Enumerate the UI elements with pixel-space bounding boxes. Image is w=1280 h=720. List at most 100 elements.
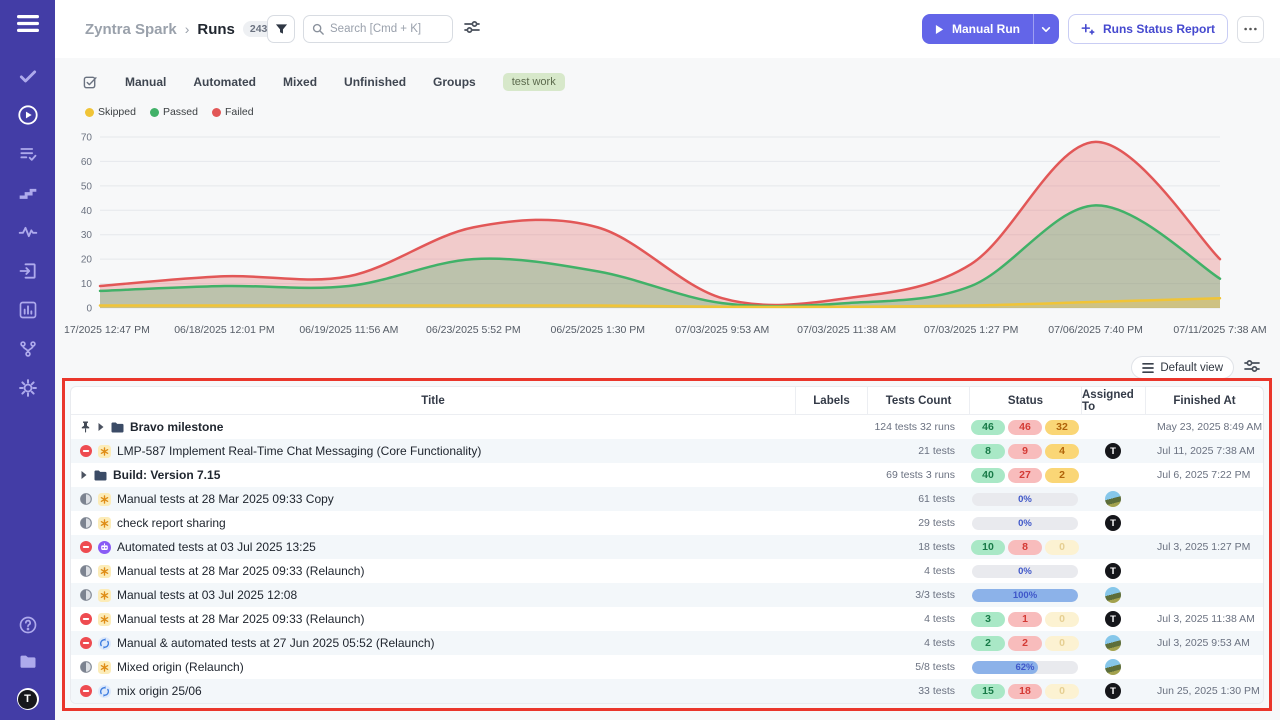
table-row[interactable]: Manual tests at 28 Mar 2025 09:33 Copy61… xyxy=(71,487,1263,511)
sidebar-item-bar-chart-icon[interactable] xyxy=(17,299,39,321)
search-input[interactable] xyxy=(330,23,444,35)
sidebar-item-folder-icon[interactable] xyxy=(17,651,39,673)
cell-tests-count: 4 tests xyxy=(867,637,969,649)
cell-status: 40272 xyxy=(969,468,1081,483)
tab-mixed[interactable]: Mixed xyxy=(283,75,317,89)
x-tick-label: 07/03/2025 1:27 PM xyxy=(924,324,1019,336)
run-title[interactable]: check report sharing xyxy=(117,516,226,530)
column-header-tests-count[interactable]: Tests Count xyxy=(867,387,969,414)
table-row[interactable]: LMP-587 Implement Real-Time Chat Messagi… xyxy=(71,439,1263,463)
progress-bar: 0% xyxy=(972,565,1078,578)
cell-title: Manual tests at 28 Mar 2025 09:33 (Relau… xyxy=(71,612,795,626)
run-title[interactable]: Manual tests at 28 Mar 2025 09:33 (Relau… xyxy=(117,612,364,626)
tab-unfinished[interactable]: Unfinished xyxy=(344,75,406,89)
cell-status: 0% xyxy=(969,517,1081,530)
status-pill-passed: 3 xyxy=(971,612,1005,627)
status-pill-passed: 46 xyxy=(971,420,1005,435)
sidebar-item-pulse-icon[interactable] xyxy=(17,221,39,243)
manual-run-dropdown[interactable] xyxy=(1033,14,1059,44)
legend-item-skipped[interactable]: Skipped xyxy=(85,106,136,118)
expand-chevron-icon[interactable] xyxy=(80,470,88,480)
active-filter-chip[interactable]: test work xyxy=(503,73,565,91)
run-title[interactable]: Bravo milestone xyxy=(130,420,223,434)
status-pill-skipped: 32 xyxy=(1045,420,1079,435)
hamburger-menu-icon[interactable] xyxy=(17,15,39,37)
sidebar-item-stairs-icon[interactable] xyxy=(17,182,39,204)
tab-manual[interactable]: Manual xyxy=(125,75,166,89)
sidebar-item-gear-icon[interactable] xyxy=(17,377,39,399)
assignee-avatar[interactable]: T xyxy=(1105,563,1121,579)
assignee-avatar[interactable]: T xyxy=(1105,443,1121,459)
search-box xyxy=(303,15,453,43)
assignee-avatar[interactable] xyxy=(1105,635,1121,651)
assignee-avatar[interactable] xyxy=(1105,491,1121,507)
table-row[interactable]: Automated tests at 03 Jul 2025 13:2518 t… xyxy=(71,535,1263,559)
run-title[interactable]: Manual & automated tests at 27 Jun 2025 … xyxy=(117,636,435,650)
sidebar-item-list-check-icon[interactable] xyxy=(17,143,39,165)
chart-legend: Skipped Passed Failed xyxy=(85,106,254,118)
table-row[interactable]: Manual tests at 28 Mar 2025 09:33 (Relau… xyxy=(71,559,1263,583)
table-row[interactable]: Manual tests at 28 Mar 2025 09:33 (Relau… xyxy=(71,607,1263,631)
expand-chevron-icon[interactable] xyxy=(97,422,105,432)
status-pill-skipped: 0 xyxy=(1045,636,1079,651)
run-title[interactable]: Mixed origin (Relaunch) xyxy=(117,660,244,674)
view-settings-icon[interactable] xyxy=(1244,359,1260,378)
legend-item-passed[interactable]: Passed xyxy=(150,106,198,118)
user-avatar[interactable]: T xyxy=(17,688,39,710)
run-title[interactable]: LMP-587 Implement Real-Time Chat Messagi… xyxy=(117,444,481,458)
runs-status-report-button[interactable]: Runs Status Report xyxy=(1068,14,1228,44)
filter-button[interactable] xyxy=(267,15,295,43)
bulk-select-icon[interactable] xyxy=(83,75,98,90)
column-header-status[interactable]: Status xyxy=(969,387,1081,414)
run-title[interactable]: Automated tests at 03 Jul 2025 13:25 xyxy=(117,540,316,554)
manual-run-button[interactable]: Manual Run xyxy=(922,14,1059,44)
x-tick-label: 07/11/2025 7:38 AM xyxy=(1173,324,1266,336)
table-row[interactable]: Mixed origin (Relaunch)5/8 tests62% xyxy=(71,655,1263,679)
more-actions-button[interactable] xyxy=(1237,16,1264,43)
sidebar-item-branch-icon[interactable] xyxy=(17,338,39,360)
column-header-finished-at[interactable]: Finished At xyxy=(1145,387,1263,414)
search-settings-icon[interactable] xyxy=(464,20,480,39)
run-title[interactable]: mix origin 25/06 xyxy=(117,684,202,698)
sidebar-item-play-circle-icon[interactable] xyxy=(17,104,39,126)
table-row[interactable]: Manual tests at 03 Jul 2025 12:083/3 tes… xyxy=(71,583,1263,607)
table-row[interactable]: check report sharing29 tests0%T xyxy=(71,511,1263,535)
folder-icon xyxy=(94,470,107,481)
cell-finished-at: May 23, 2025 8:49 AM xyxy=(1145,421,1263,433)
sidebar-item-checkmark-icon[interactable] xyxy=(17,65,39,87)
run-title[interactable]: Manual tests at 03 Jul 2025 12:08 xyxy=(117,588,297,602)
cell-title: Manual tests at 28 Mar 2025 09:33 Copy xyxy=(71,492,795,506)
assignee-avatar[interactable]: T xyxy=(1105,611,1121,627)
assignee-avatar[interactable] xyxy=(1105,659,1121,675)
breadcrumb-project[interactable]: Zyntra Spark xyxy=(85,21,177,38)
table-row[interactable]: Manual & automated tests at 27 Jun 2025 … xyxy=(71,631,1263,655)
sidebar-item-arrow-into-box-icon[interactable] xyxy=(17,260,39,282)
run-title[interactable]: Manual tests at 28 Mar 2025 09:33 (Relau… xyxy=(117,564,364,578)
cell-assigned-to: T xyxy=(1081,683,1145,699)
column-header-labels[interactable]: Labels xyxy=(795,387,867,414)
sidebar-item-help-circle-icon[interactable] xyxy=(17,614,39,636)
run-title[interactable]: Manual tests at 28 Mar 2025 09:33 Copy xyxy=(117,492,334,506)
y-tick-label: 50 xyxy=(81,181,93,192)
tab-automated[interactable]: Automated xyxy=(193,75,256,89)
assignee-avatar[interactable]: T xyxy=(1105,515,1121,531)
run-title[interactable]: Build: Version 7.15 xyxy=(113,468,220,482)
chevron-down-icon xyxy=(1041,26,1051,33)
column-header-title[interactable]: Title xyxy=(71,387,795,414)
x-tick-label: 06/23/2025 5:52 PM xyxy=(426,324,521,336)
cell-status: 220 xyxy=(969,636,1081,651)
default-view-button[interactable]: Default view xyxy=(1131,356,1234,379)
y-tick-label: 60 xyxy=(81,157,93,168)
status-pill-passed: 40 xyxy=(971,468,1005,483)
cell-finished-at: Jul 3, 2025 11:38 AM xyxy=(1145,613,1263,625)
column-header-assigned-to[interactable]: Assigned To xyxy=(1081,387,1145,414)
table-row[interactable]: Bravo milestone124 tests 32 runs464632Ma… xyxy=(71,415,1263,439)
folder-icon xyxy=(111,422,124,433)
run-origin-manual-icon xyxy=(98,613,111,626)
table-row[interactable]: Build: Version 7.1569 tests 3 runs40272J… xyxy=(71,463,1263,487)
tab-groups[interactable]: Groups xyxy=(433,75,476,89)
assignee-avatar[interactable] xyxy=(1105,587,1121,603)
assignee-avatar[interactable]: T xyxy=(1105,683,1121,699)
table-row[interactable]: mix origin 25/0633 tests15180TJun 25, 20… xyxy=(71,679,1263,703)
legend-item-failed[interactable]: Failed xyxy=(212,106,254,118)
